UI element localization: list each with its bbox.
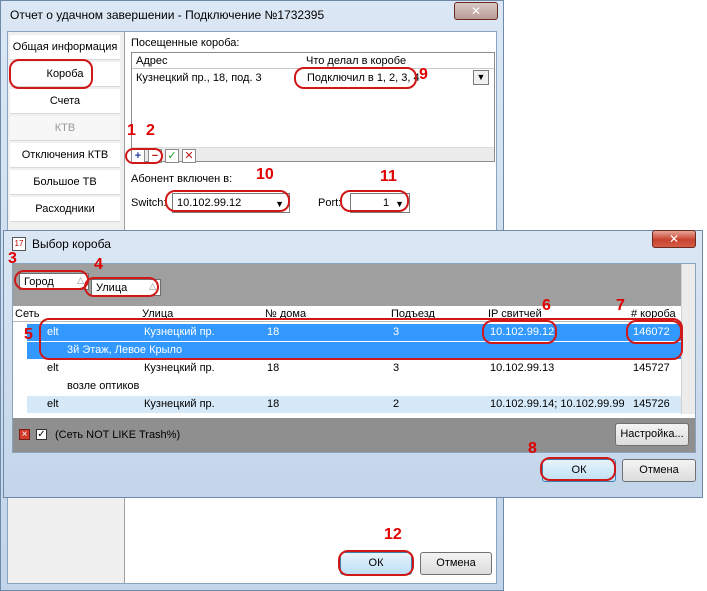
vertical-scrollbar[interactable] <box>681 264 695 414</box>
cell-box: 145727 <box>633 362 670 374</box>
table-row-note[interactable]: возле оптиков <box>27 378 681 395</box>
cell-note: возле оптиков <box>67 380 140 392</box>
annotation-6: 6 <box>542 297 551 314</box>
highlight-dialog-ok <box>540 457 616 481</box>
annotation-3: 3 <box>8 250 17 267</box>
switch-label: Switch: <box>131 197 167 209</box>
highlight-ip <box>482 320 557 344</box>
dialog-title: Выбор короба <box>32 237 111 251</box>
highlight-port <box>340 190 409 212</box>
annotation-5: 5 <box>24 326 33 343</box>
main-cancel-button[interactable]: Отмена <box>420 552 492 575</box>
settings-button[interactable]: Настройка... <box>615 423 689 446</box>
cell-entrance: 3 <box>393 362 400 374</box>
subscriber-label: Абонент включен в: <box>131 173 233 185</box>
cell-ip: 10.102.99.14; 10.102.99.99 <box>490 398 625 410</box>
visited-boxes-label: Посещенные короба: <box>131 37 240 49</box>
highlight-main-ok <box>338 550 414 576</box>
highlight-selected-row <box>39 318 683 360</box>
annotation-10: 10 <box>256 166 274 183</box>
annotation-11: 11 <box>380 168 397 185</box>
dialog-cancel-button[interactable]: Отмена <box>622 459 696 482</box>
cell-net: elt <box>47 398 59 410</box>
cell-house: 18 <box>267 362 280 374</box>
highlight-city <box>14 270 89 290</box>
port-label: Port: <box>318 197 342 209</box>
annotation-2: 2 <box>146 122 155 139</box>
clear-filter-icon[interactable]: × <box>19 429 30 440</box>
filter-bar: × ✓ (Сеть NOT LIKE Trash%) Настройка... <box>13 418 695 452</box>
main-titlebar: Отчет о удачном завершении - Подключение… <box>1 1 503 29</box>
annotation-4: 4 <box>94 256 103 273</box>
nav-ktv[interactable]: КТВ <box>10 116 120 141</box>
highlight-street <box>84 277 159 297</box>
col-address-header[interactable]: Адрес <box>136 55 168 67</box>
cell-street: Кузнецкий пр. <box>144 362 215 374</box>
nav-bills[interactable]: Счета <box>10 89 120 114</box>
main-window-title: Отчет о удачном завершении - Подключение… <box>10 8 325 22</box>
highlight-action <box>294 67 417 89</box>
annotation-1: 1 <box>127 122 136 139</box>
highlight-switch <box>165 190 290 212</box>
chevron-down-icon[interactable]: ▼ <box>473 70 489 85</box>
annotation-9: 9 <box>419 66 428 83</box>
annotation-8: 8 <box>528 440 537 457</box>
col-net[interactable]: Сеть <box>15 308 39 320</box>
table-row[interactable]: elt Кузнецкий пр. 18 2 10.102.99.14; 10.… <box>27 396 681 413</box>
filter-text: (Сеть NOT LIKE Trash%) <box>55 429 181 441</box>
nav-consumables[interactable]: Расходники <box>10 197 120 222</box>
cell-house: 18 <box>267 398 280 410</box>
cancel-edit-icon[interactable]: ✕ <box>182 149 196 163</box>
calendar-icon: 17 <box>12 237 26 251</box>
cell-entrance: 2 <box>393 398 400 410</box>
cell-box: 145726 <box>633 398 670 410</box>
cell-net: elt <box>47 362 59 374</box>
highlight-add-remove <box>125 148 163 164</box>
annotation-12: 12 <box>384 526 402 543</box>
highlight-nav-boxes <box>9 59 93 89</box>
filter-checkbox[interactable]: ✓ <box>36 429 47 440</box>
nav-ktv-disconnect[interactable]: Отключения КТВ <box>10 143 120 168</box>
col-action-header[interactable]: Что делал в коробе <box>306 55 406 67</box>
dialog-close-button[interactable]: ✕ <box>652 230 696 248</box>
cell-ip: 10.102.99.13 <box>490 362 555 374</box>
nav-general[interactable]: Общая информация <box>10 35 120 60</box>
confirm-icon[interactable]: ✓ <box>165 149 179 163</box>
main-close-button[interactable]: ✕ <box>454 2 498 20</box>
table-row[interactable]: elt Кузнецкий пр. 18 3 10.102.99.13 1457… <box>27 360 681 377</box>
cell-street: Кузнецкий пр. <box>144 398 215 410</box>
nav-big-tv[interactable]: Большое ТВ <box>10 170 120 195</box>
visited-row-address[interactable]: Кузнецкий пр., 18, под. 3 <box>136 72 262 84</box>
highlight-box-number <box>626 320 682 344</box>
annotation-7: 7 <box>616 297 625 314</box>
